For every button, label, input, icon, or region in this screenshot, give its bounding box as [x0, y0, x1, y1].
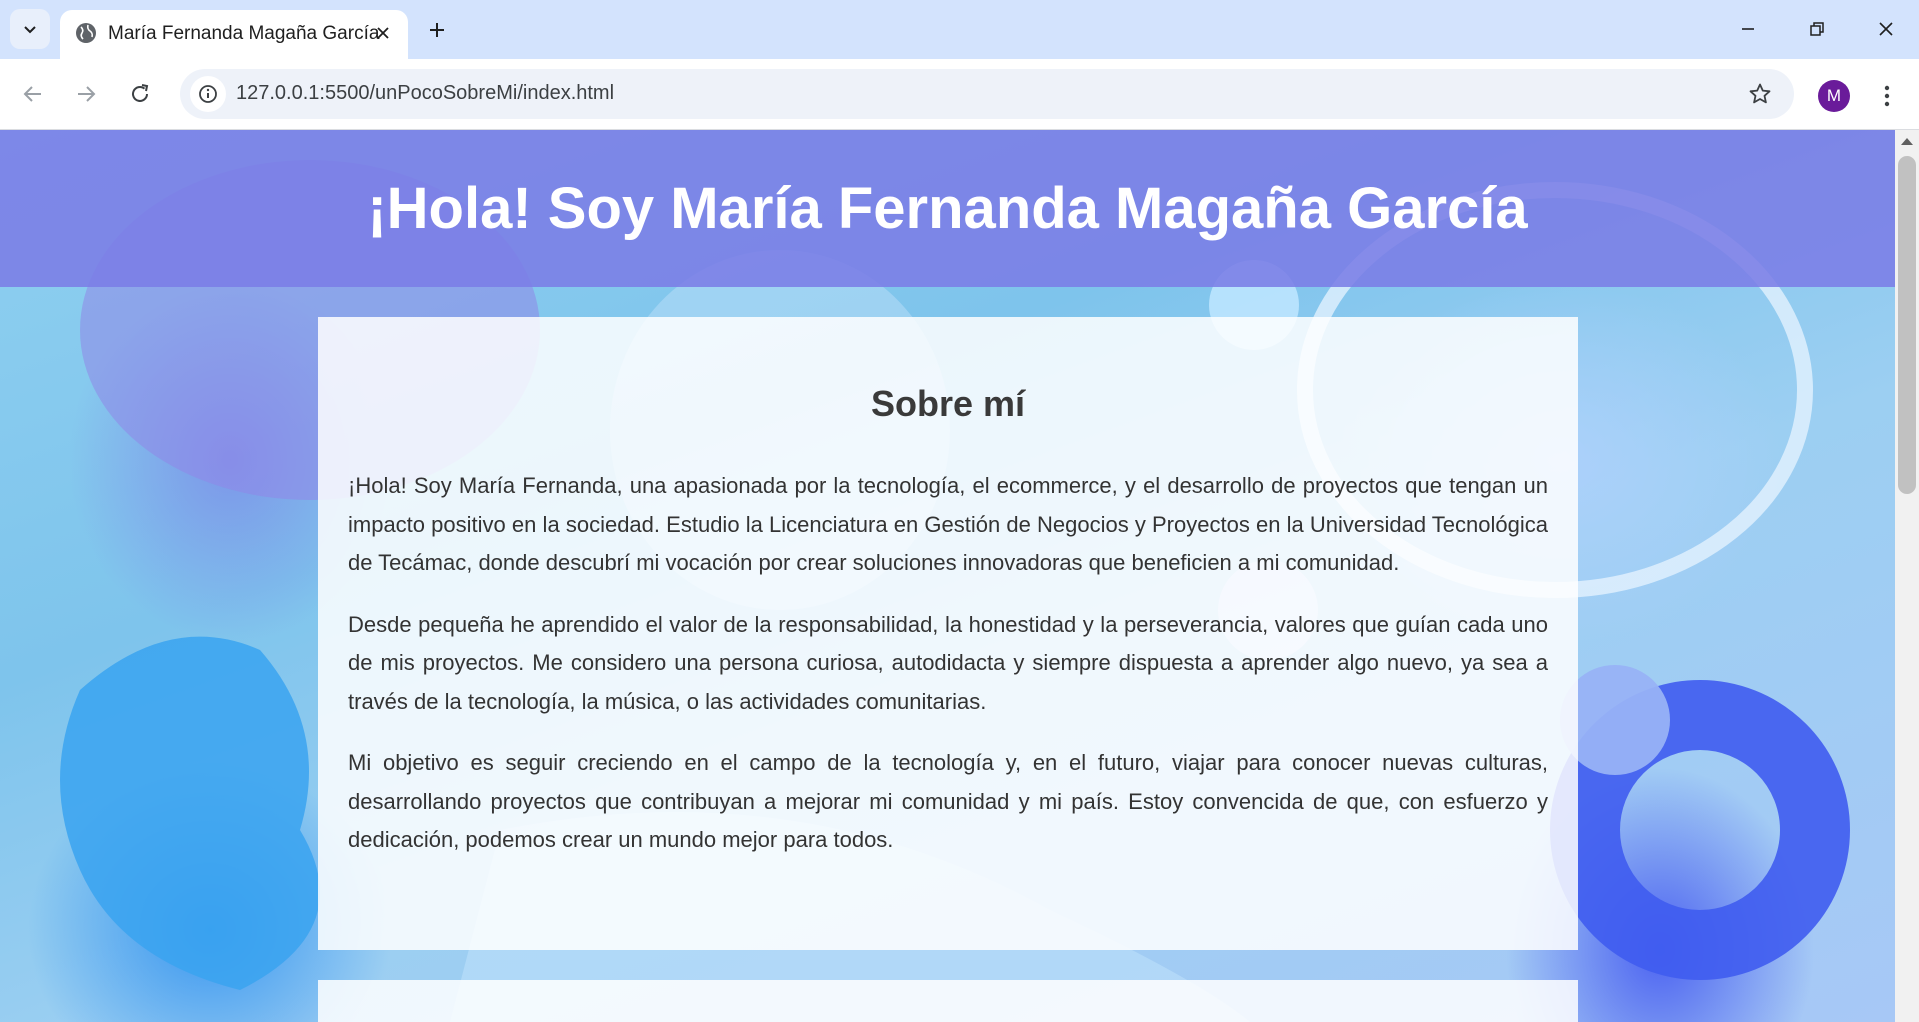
- restore-icon: [1810, 22, 1824, 36]
- scroll-up-arrow-icon[interactable]: [1901, 138, 1913, 145]
- back-button[interactable]: [13, 74, 53, 114]
- paragraph: ¡Hola! Soy María Fernanda, una apasionad…: [348, 473, 1548, 575]
- section-title: Sobre mí: [870, 383, 1026, 424]
- star-icon: [1749, 83, 1771, 104]
- restore-button[interactable]: [1787, 8, 1847, 50]
- page-viewport: ¡Hola! Soy María Fernanda Magaña García …: [0, 130, 1895, 1022]
- page-header: ¡Hola! Soy María Fernanda Magaña García: [0, 130, 1895, 287]
- kebab-menu-icon: [1884, 85, 1890, 107]
- close-window-button[interactable]: [1856, 8, 1916, 50]
- about-section: Sobre mí ¡Hola! Soy María Fernanda, una …: [318, 317, 1578, 950]
- browser-tab[interactable]: María Fernanda Magaña García: [60, 10, 408, 59]
- minimize-button[interactable]: [1718, 8, 1778, 50]
- forward-button[interactable]: [66, 74, 106, 114]
- globe-icon: [76, 23, 96, 43]
- page-scrollbar[interactable]: [1895, 130, 1919, 1022]
- arrow-right-icon: [78, 86, 96, 102]
- browser-menu-button[interactable]: [1872, 78, 1902, 114]
- page-title: ¡Hola! Soy María Fernanda Magaña García: [367, 176, 1528, 241]
- section-body: ¡Hola! Soy María Fernanda, una apasionad…: [348, 467, 1548, 883]
- site-info-button[interactable]: [190, 76, 226, 112]
- tab-strip: María Fernanda Magaña García: [0, 0, 1919, 59]
- bookmark-button[interactable]: [1744, 78, 1776, 110]
- reload-button[interactable]: [120, 74, 160, 114]
- address-bar[interactable]: 127.0.0.1:5500/unPocoSobreMi/index.html: [180, 69, 1794, 119]
- new-tab-button[interactable]: [421, 14, 453, 46]
- reload-icon: [132, 84, 149, 102]
- close-icon: [1879, 22, 1893, 36]
- close-icon: [377, 27, 389, 39]
- paragraph: Mi objetivo es seguir creciendo en el ca…: [348, 750, 1548, 852]
- arrow-left-icon: [23, 86, 41, 102]
- tab-close-button[interactable]: [370, 20, 396, 46]
- url-text: 127.0.0.1:5500/unPocoSobreMi/index.html: [236, 82, 615, 104]
- tab-search-button[interactable]: [10, 9, 50, 49]
- scrollbar-thumb[interactable]: [1898, 156, 1916, 494]
- plus-icon: [430, 23, 444, 37]
- next-section: [318, 980, 1578, 1022]
- tab-title: María Fernanda Magaña García: [108, 23, 380, 44]
- minimize-icon: [1742, 28, 1754, 30]
- info-icon: [199, 85, 217, 103]
- chevron-down-icon: [24, 26, 36, 34]
- profile-avatar[interactable]: M: [1818, 80, 1850, 112]
- browser-toolbar: 127.0.0.1:5500/unPocoSobreMi/index.html: [0, 59, 1919, 130]
- paragraph: Desde pequeña he aprendido el valor de l…: [348, 611, 1548, 714]
